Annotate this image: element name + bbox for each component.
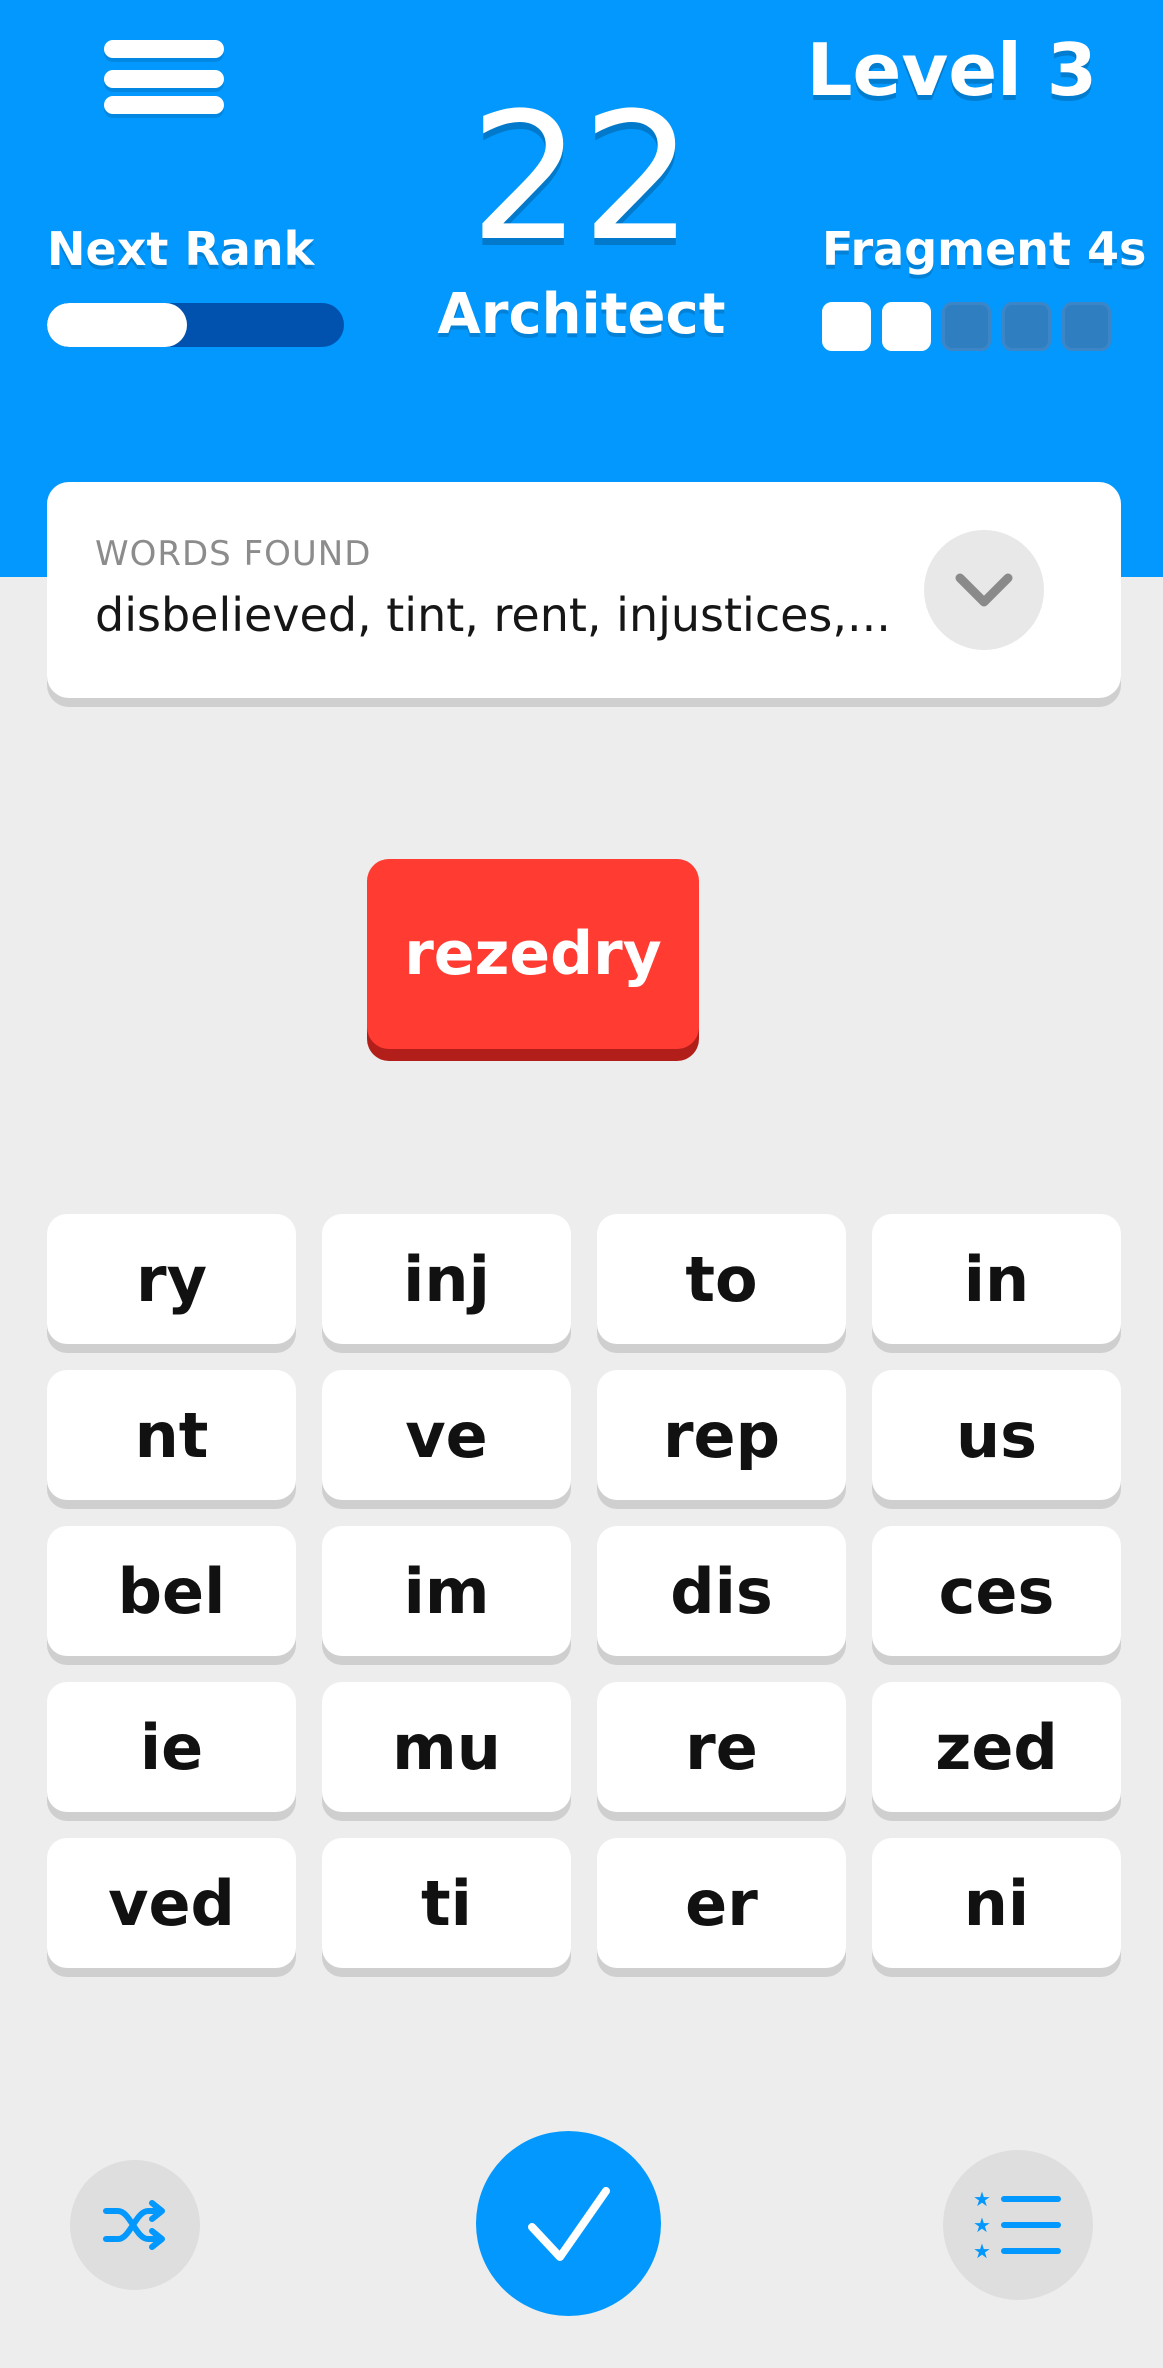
- star-list-icon: ★ ★ ★: [973, 2190, 1061, 2260]
- svg-text:★: ★: [973, 2239, 991, 2260]
- fragment-tile[interactable]: nt: [47, 1370, 296, 1500]
- fragment-tile[interactable]: ie: [47, 1682, 296, 1812]
- words-found-list: disbelieved, tint, rent, injustices,...: [95, 588, 891, 642]
- fragment-tile[interactable]: ry: [47, 1214, 296, 1344]
- fragment-dot: [1002, 302, 1051, 351]
- fragment-tile[interactable]: im: [322, 1526, 571, 1656]
- next-rank-progress-bar: [47, 303, 344, 347]
- fragment-tile-grid: ry inj to in nt ve rep us bel im dis ces ie mu re zed ve…: [47, 1214, 1121, 1968]
- expand-words-button[interactable]: [924, 530, 1044, 650]
- fragment-indicator: [822, 302, 1111, 351]
- fragment-dot: [942, 302, 991, 351]
- fragment-tile[interactable]: ti: [322, 1838, 571, 1968]
- fragment-dot: [1062, 302, 1111, 351]
- words-found-label: WORDS FOUND: [95, 534, 372, 574]
- next-rank-progress-fill: [47, 303, 187, 347]
- fragment-tile[interactable]: in: [872, 1214, 1121, 1344]
- submit-word-button[interactable]: [476, 2131, 661, 2316]
- fragment-tile[interactable]: ved: [47, 1838, 296, 1968]
- shuffle-button[interactable]: [70, 2160, 200, 2290]
- next-rank-label: Next Rank: [47, 222, 315, 276]
- fragment-tile[interactable]: er: [597, 1838, 846, 1968]
- fragment-tile[interactable]: to: [597, 1214, 846, 1344]
- words-found-card[interactable]: WORDS FOUND disbelieved, tint, rent, inj…: [47, 482, 1121, 698]
- fragment-tile[interactable]: re: [597, 1682, 846, 1812]
- fragment-tile[interactable]: zed: [872, 1682, 1121, 1812]
- fragment-tile[interactable]: us: [872, 1370, 1121, 1500]
- fragment-tile[interactable]: rep: [597, 1370, 846, 1500]
- fragment-tile[interactable]: ni: [872, 1838, 1121, 1968]
- fragment-tile[interactable]: mu: [322, 1682, 571, 1812]
- fragment-tile[interactable]: ve: [322, 1370, 571, 1500]
- fragment-tile[interactable]: bel: [47, 1526, 296, 1656]
- fragment-dot: [822, 302, 871, 351]
- fragment-tile[interactable]: ces: [872, 1526, 1121, 1656]
- fragment-timer-label: Fragment 4s: [822, 222, 1147, 276]
- word-list-button[interactable]: ★ ★ ★: [943, 2150, 1093, 2300]
- chevron-down-icon: [955, 573, 1013, 607]
- svg-text:★: ★: [973, 2213, 991, 2237]
- svg-text:★: ★: [973, 2190, 991, 2211]
- fragment-tile[interactable]: inj: [322, 1214, 571, 1344]
- current-word-tile[interactable]: rezedry: [367, 859, 699, 1049]
- checkmark-icon: [527, 2186, 610, 2261]
- fragment-tile[interactable]: dis: [597, 1526, 846, 1656]
- shuffle-icon: [103, 2200, 165, 2250]
- fragment-dot: [882, 302, 931, 351]
